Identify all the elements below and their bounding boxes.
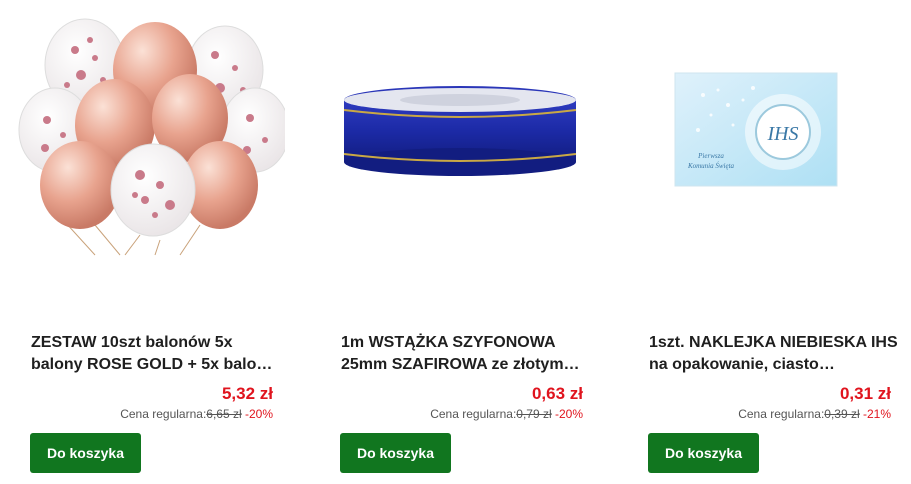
regular-price-label: Cena regularna: xyxy=(120,407,207,421)
discount-badge: -20% xyxy=(554,407,583,421)
sticker-caption-line-1: Pierwsza xyxy=(697,152,724,160)
regular-price-line: Cena regularna:6,65 zł -20% xyxy=(120,407,273,421)
regular-price-label: Cena regularna: xyxy=(430,407,517,421)
add-to-cart-button[interactable]: Do koszyka xyxy=(340,433,451,473)
old-price: 0,79 zł xyxy=(516,407,552,421)
add-to-cart-button[interactable]: Do koszyka xyxy=(648,433,759,473)
discount-badge: -20% xyxy=(244,407,273,421)
product-image-ribbon[interactable] xyxy=(325,0,595,270)
product-card: ZESTAW 10szt balonów 5x balony ROSE GOLD… xyxy=(15,0,290,484)
product-image-balloons[interactable] xyxy=(15,0,290,270)
product-title[interactable]: 1m WSTĄŻKA SZYFONOWA 25mm SZAFIROWA ze z… xyxy=(341,332,591,376)
old-price: 0,39 zł xyxy=(824,407,860,421)
regular-price-label: Cena regularna: xyxy=(738,407,825,421)
sticker-caption-line-2: Komunia Święta xyxy=(687,162,735,170)
discount-badge: -21% xyxy=(862,407,891,421)
regular-price-line: Cena regularna:0,79 zł -20% xyxy=(430,407,583,421)
product-image-sticker[interactable]: IHS Pierwsza Komunia Święta xyxy=(633,0,903,270)
old-price: 6,65 zł xyxy=(206,407,242,421)
product-title[interactable]: ZESTAW 10szt balonów 5x balony ROSE GOLD… xyxy=(31,332,281,376)
product-card: 1m WSTĄŻKA SZYFONOWA 25mm SZAFIROWA ze z… xyxy=(325,0,595,484)
regular-price-line: Cena regularna:0,39 zł -21% xyxy=(738,407,891,421)
product-title[interactable]: 1szt. NAKLEJKA NIEBIESKA IHS na opakowan… xyxy=(649,332,899,376)
product-price: 5,32 zł xyxy=(221,384,273,403)
add-to-cart-button[interactable]: Do koszyka xyxy=(30,433,141,473)
product-card: IHS Pierwsza Komunia Święta 1szt. NAKLEJ… xyxy=(633,0,903,484)
sticker-logo: IHS xyxy=(766,123,798,145)
product-price: 0,31 zł xyxy=(839,384,891,403)
product-price: 0,63 zł xyxy=(531,384,583,403)
